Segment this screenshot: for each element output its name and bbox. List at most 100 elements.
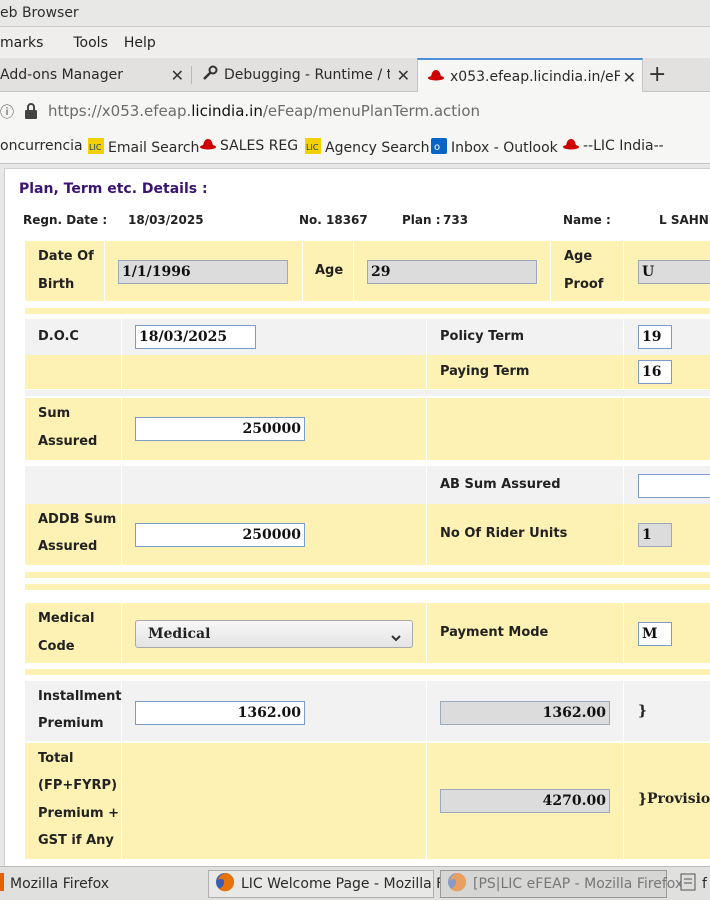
total-note: }Provision [638, 791, 710, 807]
name-label: Name : [563, 213, 611, 227]
cell-divider [25, 319, 624, 355]
addb-label-line2: Assured [38, 539, 98, 554]
row-separator [25, 572, 710, 578]
ab-sum-assured-label: AB Sum Assured [440, 477, 561, 492]
age-proof-label-line1: Age [564, 249, 593, 264]
no-label: No. [299, 213, 322, 227]
taskbar-label: LIC Welcome Page - Mozilla Fi... [241, 876, 461, 892]
taskbar-item-file[interactable]: f [674, 870, 710, 898]
close-icon[interactable]: ✕ [623, 68, 636, 87]
medical-code-select[interactable]: Medical [135, 620, 413, 648]
tab-addons-manager[interactable]: Add-ons Manager ✕ [0, 58, 190, 92]
menu-tools[interactable]: Tools [73, 35, 122, 51]
new-tab-button[interactable]: + [648, 62, 666, 87]
taskbar-label: [PS|LIC eFEAP - Mozilla Firefox] [473, 876, 689, 892]
installment-label-line2: Premium [38, 716, 104, 731]
cell-divider [25, 355, 624, 389]
lock-icon[interactable] [24, 103, 38, 123]
total-row: Total (FP+FYRP) Premium + GST if Any 427… [25, 743, 710, 859]
installment-field[interactable]: 1362.00 [135, 701, 305, 725]
payment-mode-label: Payment Mode [440, 625, 549, 640]
tab-debugging-runtime[interactable]: Debugging - Runtime / th ✕ [192, 58, 416, 92]
medical-label-line1: Medical [38, 611, 95, 626]
menu-help[interactable]: Help [124, 35, 170, 51]
installment-note: } [638, 703, 648, 719]
name-value: L SAHNI [659, 213, 710, 227]
close-icon[interactable]: ✕ [171, 66, 184, 85]
payment-mode-field[interactable]: M [638, 622, 672, 646]
bookmark-oncurrencia[interactable]: oncurrencia [0, 138, 83, 154]
firefox-icon [447, 872, 467, 896]
addb-field[interactable]: 250000 [135, 523, 305, 547]
svg-text:o: o [434, 142, 440, 153]
installment-label-line1: Installment [38, 689, 122, 704]
dob-field[interactable]: 1/1/1996 [118, 260, 288, 284]
addb-label-line1: ADDB Sum [38, 512, 117, 527]
paying-term-label: Paying Term [440, 364, 530, 379]
taskbar-item-lic-welcome[interactable]: LIC Welcome Page - Mozilla Fi... [208, 870, 460, 898]
bookmark-agency-search[interactable]: LIC Agency Search [305, 138, 429, 158]
redhat-icon [563, 138, 579, 154]
row-separator [25, 669, 710, 675]
redhat-icon [428, 69, 444, 85]
bookmark-label: Email Search [108, 140, 200, 156]
url-host: licindia.in [191, 102, 263, 120]
menu-bookmarks[interactable]: marks [0, 35, 57, 51]
file-icon [680, 873, 696, 895]
sum-assured-field[interactable]: 250000 [135, 417, 305, 441]
tab-label: Debugging - Runtime / th [224, 67, 390, 83]
doc-field[interactable]: 18/03/2025 [135, 325, 256, 349]
medical-row: Medical Code Medical Payment Mode M [25, 603, 710, 663]
plan-value: 733 [443, 213, 469, 227]
info-icon[interactable]: ⓘ [0, 102, 14, 122]
page-title: Plan, Term etc. Details : [19, 181, 208, 197]
paying-term-field[interactable]: 16 [638, 360, 672, 384]
bookmark-lic-india[interactable]: --LIC India-- [563, 138, 664, 154]
total-label-line1: Total [38, 751, 74, 766]
age-field[interactable]: 29 [367, 260, 537, 284]
taskbar-label: Mozilla Firefox [10, 876, 110, 892]
plan-term-panel: Plan, Term etc. Details : Regn. Date : 1… [4, 168, 710, 866]
tab-efeap[interactable]: x053.efeap.licindia.in/eFe ✕ [417, 58, 643, 93]
bookmark-label: --LIC India-- [583, 138, 664, 154]
url-text[interactable]: https://x053.efeap.licindia.in/eFeap/men… [48, 102, 480, 120]
ab-sum-assured-field[interactable] [638, 474, 710, 498]
address-bar[interactable]: ⓘ https://x053.efeap.licindia.in/eFeap/m… [0, 92, 710, 130]
policy-term-label: Policy Term [440, 329, 524, 344]
lic-icon: LIC [305, 138, 321, 158]
svg-text:LIC: LIC [306, 143, 319, 152]
bookmark-label: SALES REG [220, 138, 299, 154]
row-separator [25, 390, 710, 396]
cell-divider [25, 398, 624, 460]
redhat-icon [200, 138, 216, 154]
age-proof-label-line2: Proof [564, 277, 604, 292]
sum-assured-label-line2: Assured [38, 434, 98, 449]
tab-label: x053.efeap.licindia.in/eFe [450, 68, 620, 85]
bookmark-inbox-outlook[interactable]: o Inbox - Outlook [431, 138, 558, 158]
installment-row: Installment Premium 1362.00 1362.00 } [25, 681, 710, 741]
firefox-icon [215, 872, 235, 896]
policy-term-field[interactable]: 19 [638, 325, 672, 349]
installment-computed-field[interactable]: 1362.00 [440, 701, 610, 725]
menubar: marks Tools Help [0, 27, 710, 58]
total-premium-field[interactable]: 4270.00 [440, 789, 610, 813]
plan-label: Plan : [402, 213, 441, 227]
bookmark-email-search[interactable]: LIC Email Search [88, 138, 199, 158]
taskbar-item-firefox[interactable]: Mozilla Firefox [0, 870, 200, 898]
chevron-down-icon [390, 627, 402, 653]
age-label: Age [315, 263, 344, 278]
bookmark-sales-reg[interactable]: SALES REG [200, 138, 298, 154]
firefox-icon [0, 873, 4, 895]
window-title: eb Browser [0, 5, 79, 21]
close-icon[interactable]: ✕ [397, 66, 410, 85]
paying-term-row: Paying Term 16 [25, 355, 710, 389]
taskbar-item-efeap[interactable]: [PS|LIC eFEAP - Mozilla Firefox] [440, 870, 689, 898]
total-label-line2: (FP+FYRP) [38, 778, 118, 793]
age-proof-field[interactable]: U [638, 260, 710, 284]
no-value: 18367 [326, 213, 368, 227]
lic-icon: LIC [88, 138, 104, 158]
outlook-icon: o [431, 138, 447, 158]
bookmark-label: Inbox - Outlook [451, 140, 558, 156]
rider-units-field[interactable]: 1 [638, 523, 672, 547]
regn-date-value: 18/03/2025 [128, 213, 204, 227]
